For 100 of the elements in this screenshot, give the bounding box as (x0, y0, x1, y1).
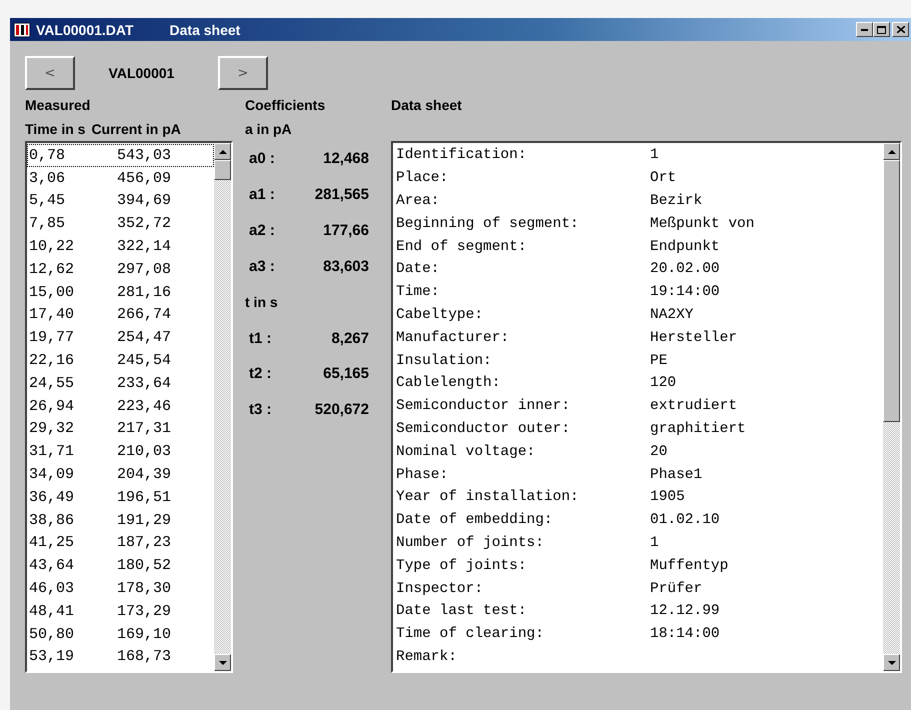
record-name: VAL00001 (108, 65, 176, 81)
scrollbar[interactable] (883, 143, 900, 671)
field-value: 20 (650, 444, 668, 460)
app-icon (14, 22, 30, 36)
field-value: Bezirk (650, 192, 702, 209)
window-title: VAL00001.DAT (36, 22, 134, 38)
coefficient-label: t2 : (248, 365, 272, 382)
list-item[interactable]: 46,03 178,30 (27, 577, 214, 600)
list-item[interactable]: 53,19 168,73 (27, 646, 214, 668)
field-label: Date last test: (396, 603, 528, 620)
field-value: 120 (650, 375, 676, 392)
field-value: PE (650, 352, 668, 369)
coefficient-value: 281,565 (314, 186, 369, 204)
field-label: Beginning of segment: (396, 216, 580, 232)
scroll-up-button[interactable] (214, 143, 231, 160)
field-label: Nominal voltage: (396, 444, 536, 460)
list-item[interactable]: 26,94 223,46 (27, 394, 214, 418)
field-label: Remark: (396, 648, 458, 665)
scroll-up-button[interactable] (883, 143, 900, 160)
list-item[interactable]: 0,78 543,03 (27, 144, 214, 167)
scroll-thumb[interactable] (214, 160, 231, 180)
field-value: 19:14:00 (650, 284, 720, 300)
coefficient-value: 12,468 (322, 150, 369, 168)
field-label: Manufacturer: (396, 330, 510, 346)
field-value: 18:14:00 (650, 626, 720, 642)
list-item[interactable]: 31,71 210,03 (27, 440, 214, 464)
field-label: Time: (396, 284, 441, 300)
field-value: 1 (650, 534, 659, 551)
field-value: Ort (650, 170, 676, 186)
coefficient-value: 8,267 (330, 330, 369, 347)
previous-button[interactable]: < (25, 56, 75, 90)
field-label: Cabeltype: (396, 306, 484, 323)
list-item[interactable]: 17,40 266,74 (27, 304, 214, 326)
field-value: extrudiert (650, 398, 738, 414)
minimize-icon (861, 28, 868, 30)
scroll-thumb[interactable] (883, 160, 900, 422)
scroll-up-icon (888, 150, 896, 154)
coefficient-label: a3 : (248, 258, 276, 275)
list-item[interactable]: 43,64 180,52 (27, 554, 214, 578)
field-value: Meßpunkt von (650, 216, 754, 232)
window-subtitle: Data sheet (170, 22, 240, 38)
scroll-down-button[interactable] (883, 654, 900, 671)
field-value: 12.12.99 (650, 603, 720, 620)
list-item[interactable]: 50,80 169,10 (27, 622, 214, 646)
scrollbar[interactable] (214, 143, 231, 671)
maximize-button[interactable] (873, 22, 890, 37)
section-heading: Measured (25, 96, 92, 115)
field-label: Phase: (396, 466, 450, 483)
list-item[interactable]: 5,45 394,69 (27, 190, 214, 212)
field-value: Hersteller (650, 330, 738, 346)
field-label: Area: (396, 192, 441, 209)
field-value: 20.02.00 (650, 261, 720, 278)
field-label: Insulation: (396, 352, 493, 369)
field-label: Date of embedding: (396, 512, 554, 528)
list-item[interactable]: 10,22 322,14 (27, 235, 214, 258)
list-item[interactable]: 48,41 173,29 (27, 600, 214, 623)
field-label: Cablelength: (396, 375, 502, 392)
list-item[interactable]: 38,86 191,29 (27, 508, 214, 532)
minimize-button[interactable] (856, 22, 873, 37)
section-heading: Coefficients (245, 96, 326, 115)
list-item[interactable]: 15,00 281,16 (27, 280, 214, 304)
coefficient-value: 83,603 (322, 258, 369, 275)
field-value: Endpunkt (650, 238, 720, 255)
scroll-down-icon (218, 660, 226, 664)
field-label: Year of installation: (396, 489, 580, 506)
measurement-list[interactable] (25, 141, 233, 673)
list-item[interactable]: 12,62 297,08 (27, 258, 214, 281)
list-item[interactable]: 29,32 217,31 (27, 418, 214, 440)
list-item[interactable]: 19,77 254,47 (27, 326, 214, 350)
list-item[interactable]: 36,49 196,51 (27, 486, 214, 509)
list-item[interactable]: 24,55 233,64 (27, 372, 214, 395)
coefficient-label: t3 : (248, 401, 272, 418)
close-button[interactable] (892, 22, 909, 37)
coefficient-value: 65,165 (322, 365, 369, 382)
field-value: NA2XY (650, 306, 694, 323)
field-label: Semiconductor inner: (396, 398, 572, 414)
coefficient-label: a0 : (248, 150, 276, 168)
column-heading: Current in pA (91, 120, 181, 139)
field-label: Type of joints: (396, 558, 528, 574)
list-item[interactable]: 3,06 456,09 (27, 166, 214, 190)
field-value: 01.02.10 (650, 512, 720, 528)
field-value: 1905 (650, 489, 685, 506)
list-item[interactable]: 34,09 204,39 (27, 463, 214, 486)
field-label: Number of joints: (396, 534, 545, 551)
close-icon (896, 26, 904, 33)
field-value: Prüfer (650, 580, 702, 597)
coefficient-label: t1 : (248, 330, 272, 347)
list-item[interactable]: 7,85 352,72 (27, 212, 214, 236)
coefficient-value: 520,672 (314, 401, 369, 418)
field-value: Muffentyp (650, 558, 728, 574)
list-item[interactable]: 22,16 245,54 (27, 349, 214, 372)
list-item[interactable]: 41,25 187,23 (27, 532, 214, 554)
column-heading: Time in s (25, 120, 86, 139)
unit-label: t in s (245, 293, 279, 312)
scroll-down-button[interactable] (214, 654, 231, 671)
field-label: End of segment: (396, 238, 528, 255)
field-value: Phase1 (650, 466, 702, 483)
field-value: graphitiert (650, 420, 746, 437)
next-button[interactable]: > (218, 56, 268, 90)
coefficient-value: 177,66 (322, 222, 369, 239)
